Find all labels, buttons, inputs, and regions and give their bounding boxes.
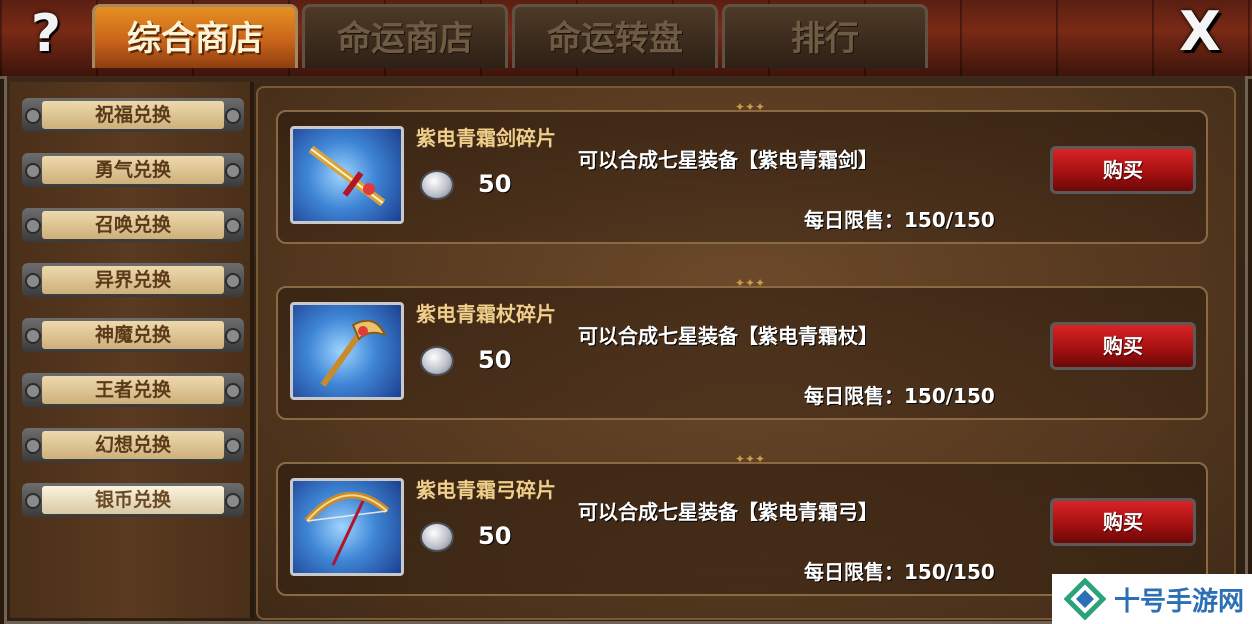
list-item: ✦✦✦ 紫电青霜剑碎片 50 可以合成七星装备【紫电青霜剑】 每日限售：150/… bbox=[276, 100, 1208, 244]
watermark-text: 十号手游网 bbox=[1114, 586, 1245, 617]
sidebar-item-blessing-exchange[interactable]: 祝福兑换 bbox=[22, 98, 244, 132]
sidebar-item-summon-exchange[interactable]: 召唤兑换 bbox=[22, 208, 244, 242]
item-price: 50 bbox=[478, 170, 512, 198]
list-item: ✦✦✦ 紫电青霜杖碎片 50 可以合成七星装备【紫电青霜杖】 每日限售：150/… bbox=[276, 276, 1208, 420]
close-icon[interactable]: X bbox=[1168, 4, 1232, 60]
staff-icon[interactable] bbox=[290, 302, 404, 400]
sidebar-item-label: 幻想兑换 bbox=[42, 431, 224, 459]
silver-coin-icon bbox=[420, 170, 454, 200]
tab-ranking[interactable]: 排行 bbox=[722, 4, 928, 68]
ornament-icon: ✦✦✦ bbox=[734, 276, 766, 290]
ornament-icon: ✦✦✦ bbox=[734, 452, 766, 466]
buy-button[interactable]: 购买 bbox=[1050, 322, 1196, 370]
sword-icon[interactable] bbox=[290, 126, 404, 224]
item-name: 紫电青霜弓碎片 bbox=[416, 478, 556, 502]
ornament-icon: ✦✦✦ bbox=[734, 100, 766, 114]
item-price: 50 bbox=[478, 522, 512, 550]
sidebar-item-fantasy-exchange[interactable]: 幻想兑换 bbox=[22, 428, 244, 462]
daily-limit: 每日限售：150/150 bbox=[804, 208, 995, 232]
help-icon[interactable]: ? bbox=[18, 6, 74, 62]
sidebar-item-king-exchange[interactable]: 王者兑换 bbox=[22, 373, 244, 407]
watermark: 十号手游网 bbox=[1052, 574, 1252, 624]
sidebar-item-godsdemons-exchange[interactable]: 神魔兑换 bbox=[22, 318, 244, 352]
item-description: 可以合成七星装备【紫电青霜杖】 bbox=[578, 324, 878, 348]
silver-coin-icon bbox=[420, 346, 454, 376]
item-name: 紫电青霜剑碎片 bbox=[416, 126, 556, 150]
tab-bar: 综合商店 命运商店 命运转盘 排行 bbox=[92, 4, 932, 70]
sidebar-item-label: 召唤兑换 bbox=[42, 211, 224, 239]
tab-fate-wheel[interactable]: 命运转盘 bbox=[512, 4, 718, 68]
item-price: 50 bbox=[478, 346, 512, 374]
daily-limit: 每日限售：150/150 bbox=[804, 560, 995, 584]
item-description: 可以合成七星装备【紫电青霜剑】 bbox=[578, 148, 878, 172]
daily-limit: 每日限售：150/150 bbox=[804, 384, 995, 408]
buy-button[interactable]: 购买 bbox=[1050, 146, 1196, 194]
sidebar-item-label: 银币兑换 bbox=[42, 486, 224, 514]
buy-button[interactable]: 购买 bbox=[1050, 498, 1196, 546]
sidebar-item-label: 异界兑换 bbox=[42, 266, 224, 294]
sidebar-item-otherworld-exchange[interactable]: 异界兑换 bbox=[22, 263, 244, 297]
sidebar-item-courage-exchange[interactable]: 勇气兑换 bbox=[22, 153, 244, 187]
silver-coin-icon bbox=[420, 522, 454, 552]
sidebar-item-silver-exchange[interactable]: 银币兑换 bbox=[22, 483, 244, 517]
bow-icon[interactable] bbox=[290, 478, 404, 576]
sidebar-item-label: 祝福兑换 bbox=[42, 101, 224, 129]
tab-general-shop[interactable]: 综合商店 bbox=[92, 4, 298, 68]
watermark-logo-icon bbox=[1063, 577, 1107, 621]
item-description: 可以合成七星装备【紫电青霜弓】 bbox=[578, 500, 878, 524]
sidebar-item-label: 神魔兑换 bbox=[42, 321, 224, 349]
tab-fate-shop[interactable]: 命运商店 bbox=[302, 4, 508, 68]
sidebar-item-label: 勇气兑换 bbox=[42, 156, 224, 184]
sidebar-item-label: 王者兑换 bbox=[42, 376, 224, 404]
item-name: 紫电青霜杖碎片 bbox=[416, 302, 556, 326]
